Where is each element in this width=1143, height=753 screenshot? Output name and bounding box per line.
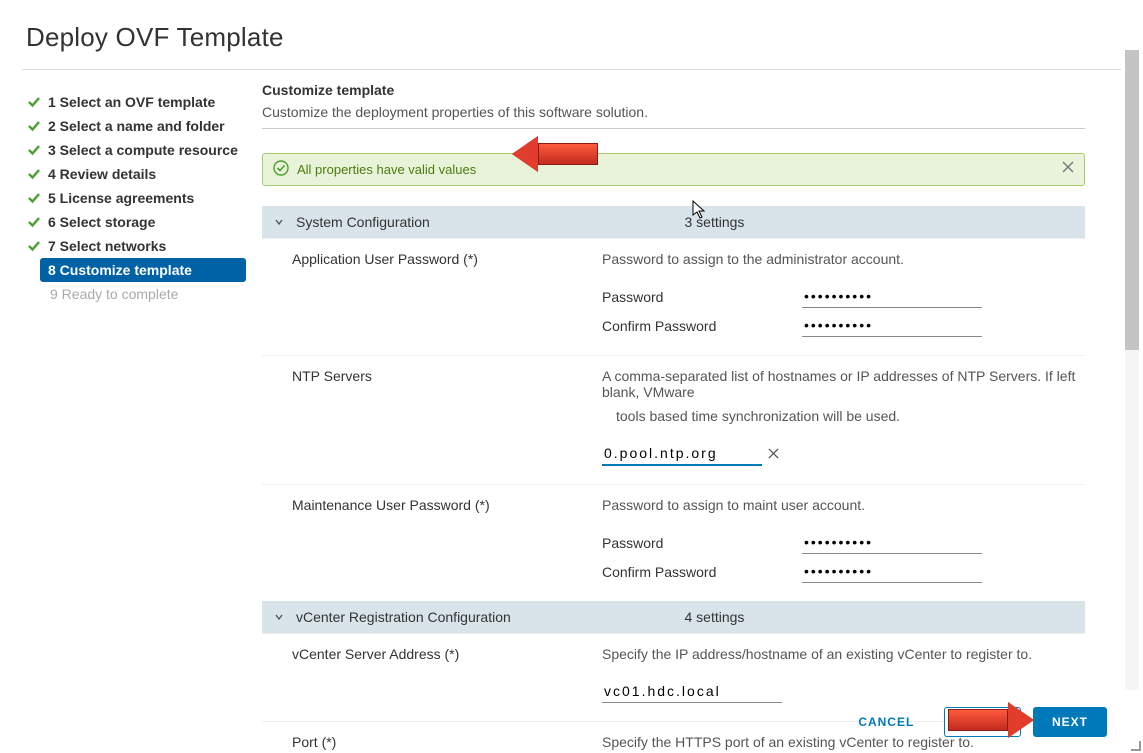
section-system-configuration[interactable]: System Configuration 3 settings: [262, 206, 1085, 238]
step-label: 5 License agreements: [48, 190, 194, 206]
check-icon: [26, 166, 42, 182]
field-description-line1: A comma-separated list of hostnames or I…: [602, 368, 1085, 402]
step-3[interactable]: 3 Select a compute resource: [22, 138, 246, 162]
step-label: 4 Review details: [48, 166, 156, 182]
check-icon: [26, 190, 42, 206]
main-panel: Customize template Customize the deploym…: [246, 82, 1133, 753]
main-subtitle: Customize the deployment properties of t…: [262, 104, 1085, 128]
confirm-password-label: Confirm Password: [602, 564, 802, 580]
field-label: NTP Servers: [292, 368, 602, 472]
field-label: Maintenance User Password (*): [292, 497, 602, 589]
success-icon: [273, 160, 289, 179]
chevron-down-icon: [274, 609, 290, 625]
cancel-button[interactable]: CANCEL: [840, 708, 932, 736]
maint-user-password-input[interactable]: [802, 531, 982, 554]
main-title: Customize template: [262, 82, 1085, 104]
scrollbar-thumb[interactable]: [1125, 50, 1139, 350]
password-label: Password: [602, 289, 802, 305]
step-4[interactable]: 4 Review details: [22, 162, 246, 186]
field-label: Port (*): [292, 734, 602, 750]
step-label: 6 Select storage: [48, 214, 155, 230]
step-7[interactable]: 7 Select networks: [22, 234, 246, 258]
step-label: 8 Customize template: [48, 262, 192, 278]
field-description: Specify the IP address/hostname of an ex…: [602, 646, 1085, 674]
field-description: Password to assign to maint user account…: [602, 497, 1085, 525]
next-button[interactable]: NEXT: [1033, 707, 1107, 737]
check-icon: [26, 238, 42, 254]
row-ntp-servers: NTP Servers A comma-separated list of ho…: [262, 355, 1085, 484]
section-count: 4 settings: [685, 609, 1074, 625]
step-label: 2 Select a name and folder: [48, 118, 225, 134]
check-icon: [26, 142, 42, 158]
step-label: 1 Select an OVF template: [48, 94, 215, 110]
maint-user-confirm-password-input[interactable]: [802, 560, 982, 583]
app-user-password-input[interactable]: [802, 285, 982, 308]
resize-grip-icon[interactable]: [1129, 739, 1141, 751]
step-6[interactable]: 6 Select storage: [22, 210, 246, 234]
chevron-down-icon: [274, 214, 290, 230]
step-1[interactable]: 1 Select an OVF template: [22, 90, 246, 114]
field-label: Application User Password (*): [292, 251, 602, 343]
step-2[interactable]: 2 Select a name and folder: [22, 114, 246, 138]
confirm-password-label: Confirm Password: [602, 318, 802, 334]
step-label: 9 Ready to complete: [50, 286, 178, 302]
app-user-confirm-password-input[interactable]: [802, 314, 982, 337]
validation-banner: All properties have valid values: [262, 153, 1085, 186]
row-app-user-password: Application User Password (*) Password t…: [262, 238, 1085, 355]
close-icon[interactable]: [1062, 160, 1074, 176]
clear-input-icon[interactable]: [768, 446, 779, 462]
step-8-active[interactable]: 8 Customize template: [40, 258, 246, 282]
field-description: Password to assign to the administrator …: [602, 251, 1085, 279]
field-description-line2: tools based time synchronization will be…: [602, 402, 1085, 436]
field-label: vCenter Server Address (*): [292, 646, 602, 709]
scrollbar-track[interactable]: [1125, 50, 1139, 690]
banner-text: All properties have valid values: [297, 162, 476, 177]
back-button[interactable]: BACK: [944, 707, 1021, 737]
check-icon: [26, 118, 42, 134]
check-icon: [26, 94, 42, 110]
section-title: System Configuration: [296, 214, 685, 230]
vcenter-address-input[interactable]: [602, 680, 782, 703]
row-maintenance-user-password: Maintenance User Password (*) Password t…: [262, 484, 1085, 601]
wizard-steps: 1 Select an OVF template 2 Select a name…: [22, 82, 246, 753]
wizard-footer: CANCEL BACK NEXT: [840, 707, 1107, 737]
step-9-pending: 9 Ready to complete: [46, 282, 246, 306]
step-label: 7 Select networks: [48, 238, 166, 254]
step-5[interactable]: 5 License agreements: [22, 186, 246, 210]
divider: [262, 128, 1085, 129]
section-count: 3 settings: [685, 214, 1074, 230]
check-icon: [26, 214, 42, 230]
section-vcenter-registration[interactable]: vCenter Registration Configuration 4 set…: [262, 601, 1085, 633]
section-title: vCenter Registration Configuration: [296, 609, 685, 625]
step-label: 3 Select a compute resource: [48, 142, 238, 158]
ntp-servers-input[interactable]: [602, 442, 762, 466]
password-label: Password: [602, 535, 802, 551]
page-title: Deploy OVF Template: [0, 0, 1143, 69]
